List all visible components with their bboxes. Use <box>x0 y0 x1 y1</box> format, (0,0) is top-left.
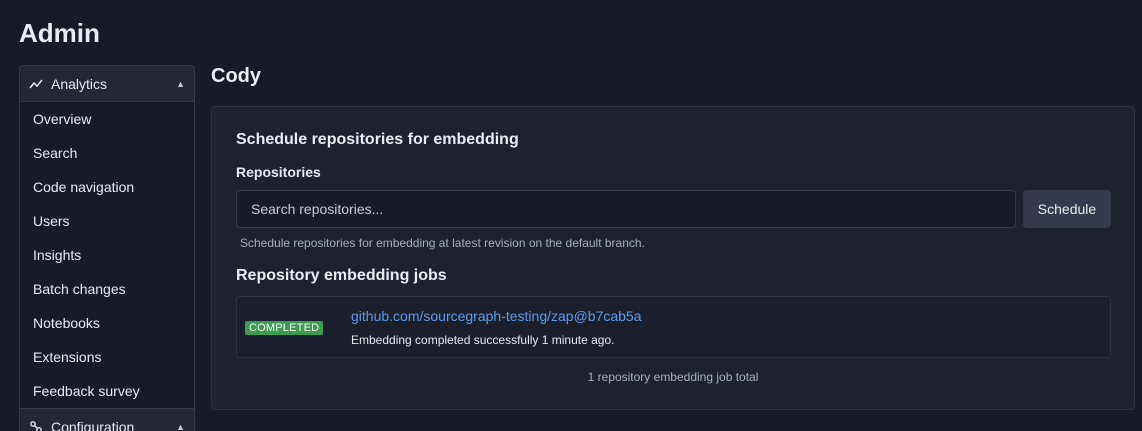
job-repo-link[interactable]: github.com/sourcegraph-testing/zap@b7cab… <box>351 308 642 324</box>
sidebar-item-feedback-survey[interactable]: Feedback survey <box>20 374 194 408</box>
embedding-card: Schedule repositories for embedding Repo… <box>211 106 1135 410</box>
admin-sidebar: Analytics ▲ Overview Search Code navigat… <box>19 65 195 431</box>
chevron-up-icon: ▲ <box>176 421 185 431</box>
sidebar-section-label: Configuration <box>51 418 135 431</box>
sidebar-section-label: Analytics <box>51 75 108 92</box>
cog-network-icon <box>29 420 43 431</box>
chart-line-icon <box>29 77 43 91</box>
sidebar-item-extensions[interactable]: Extensions <box>20 340 194 374</box>
sidebar-item-insights[interactable]: Insights <box>20 238 194 272</box>
sidebar-item-code-navigation[interactable]: Code navigation <box>20 170 194 204</box>
jobs-total: 1 repository embedding job total <box>587 370 759 384</box>
chevron-up-icon: ▲ <box>176 78 185 89</box>
sidebar-section-analytics[interactable]: Analytics ▲ <box>20 66 194 102</box>
job-description: Embedding completed successfully 1 minut… <box>351 333 615 347</box>
sidebar-item-notebooks[interactable]: Notebooks <box>20 306 194 340</box>
sidebar-item-users[interactable]: Users <box>20 204 194 238</box>
job-list-item: COMPLETED github.com/sourcegraph-testing… <box>236 296 1111 358</box>
sidebar-item-batch-changes[interactable]: Batch changes <box>20 272 194 306</box>
schedule-help-text: Schedule repositories for embedding at l… <box>240 236 645 250</box>
schedule-title: Schedule repositories for embedding <box>236 131 519 148</box>
schedule-button[interactable]: Schedule <box>1023 190 1111 228</box>
sidebar-section-configuration[interactable]: Configuration ▲ <box>20 408 194 431</box>
status-badge: COMPLETED <box>245 321 324 335</box>
main-title: Cody <box>211 65 261 87</box>
search-repositories-input[interactable] <box>236 190 1016 228</box>
page-title: Admin <box>19 18 100 48</box>
jobs-title: Repository embedding jobs <box>236 267 447 284</box>
repositories-label: Repositories <box>236 164 321 180</box>
sidebar-item-search[interactable]: Search <box>20 136 194 170</box>
sidebar-item-overview[interactable]: Overview <box>20 102 194 136</box>
